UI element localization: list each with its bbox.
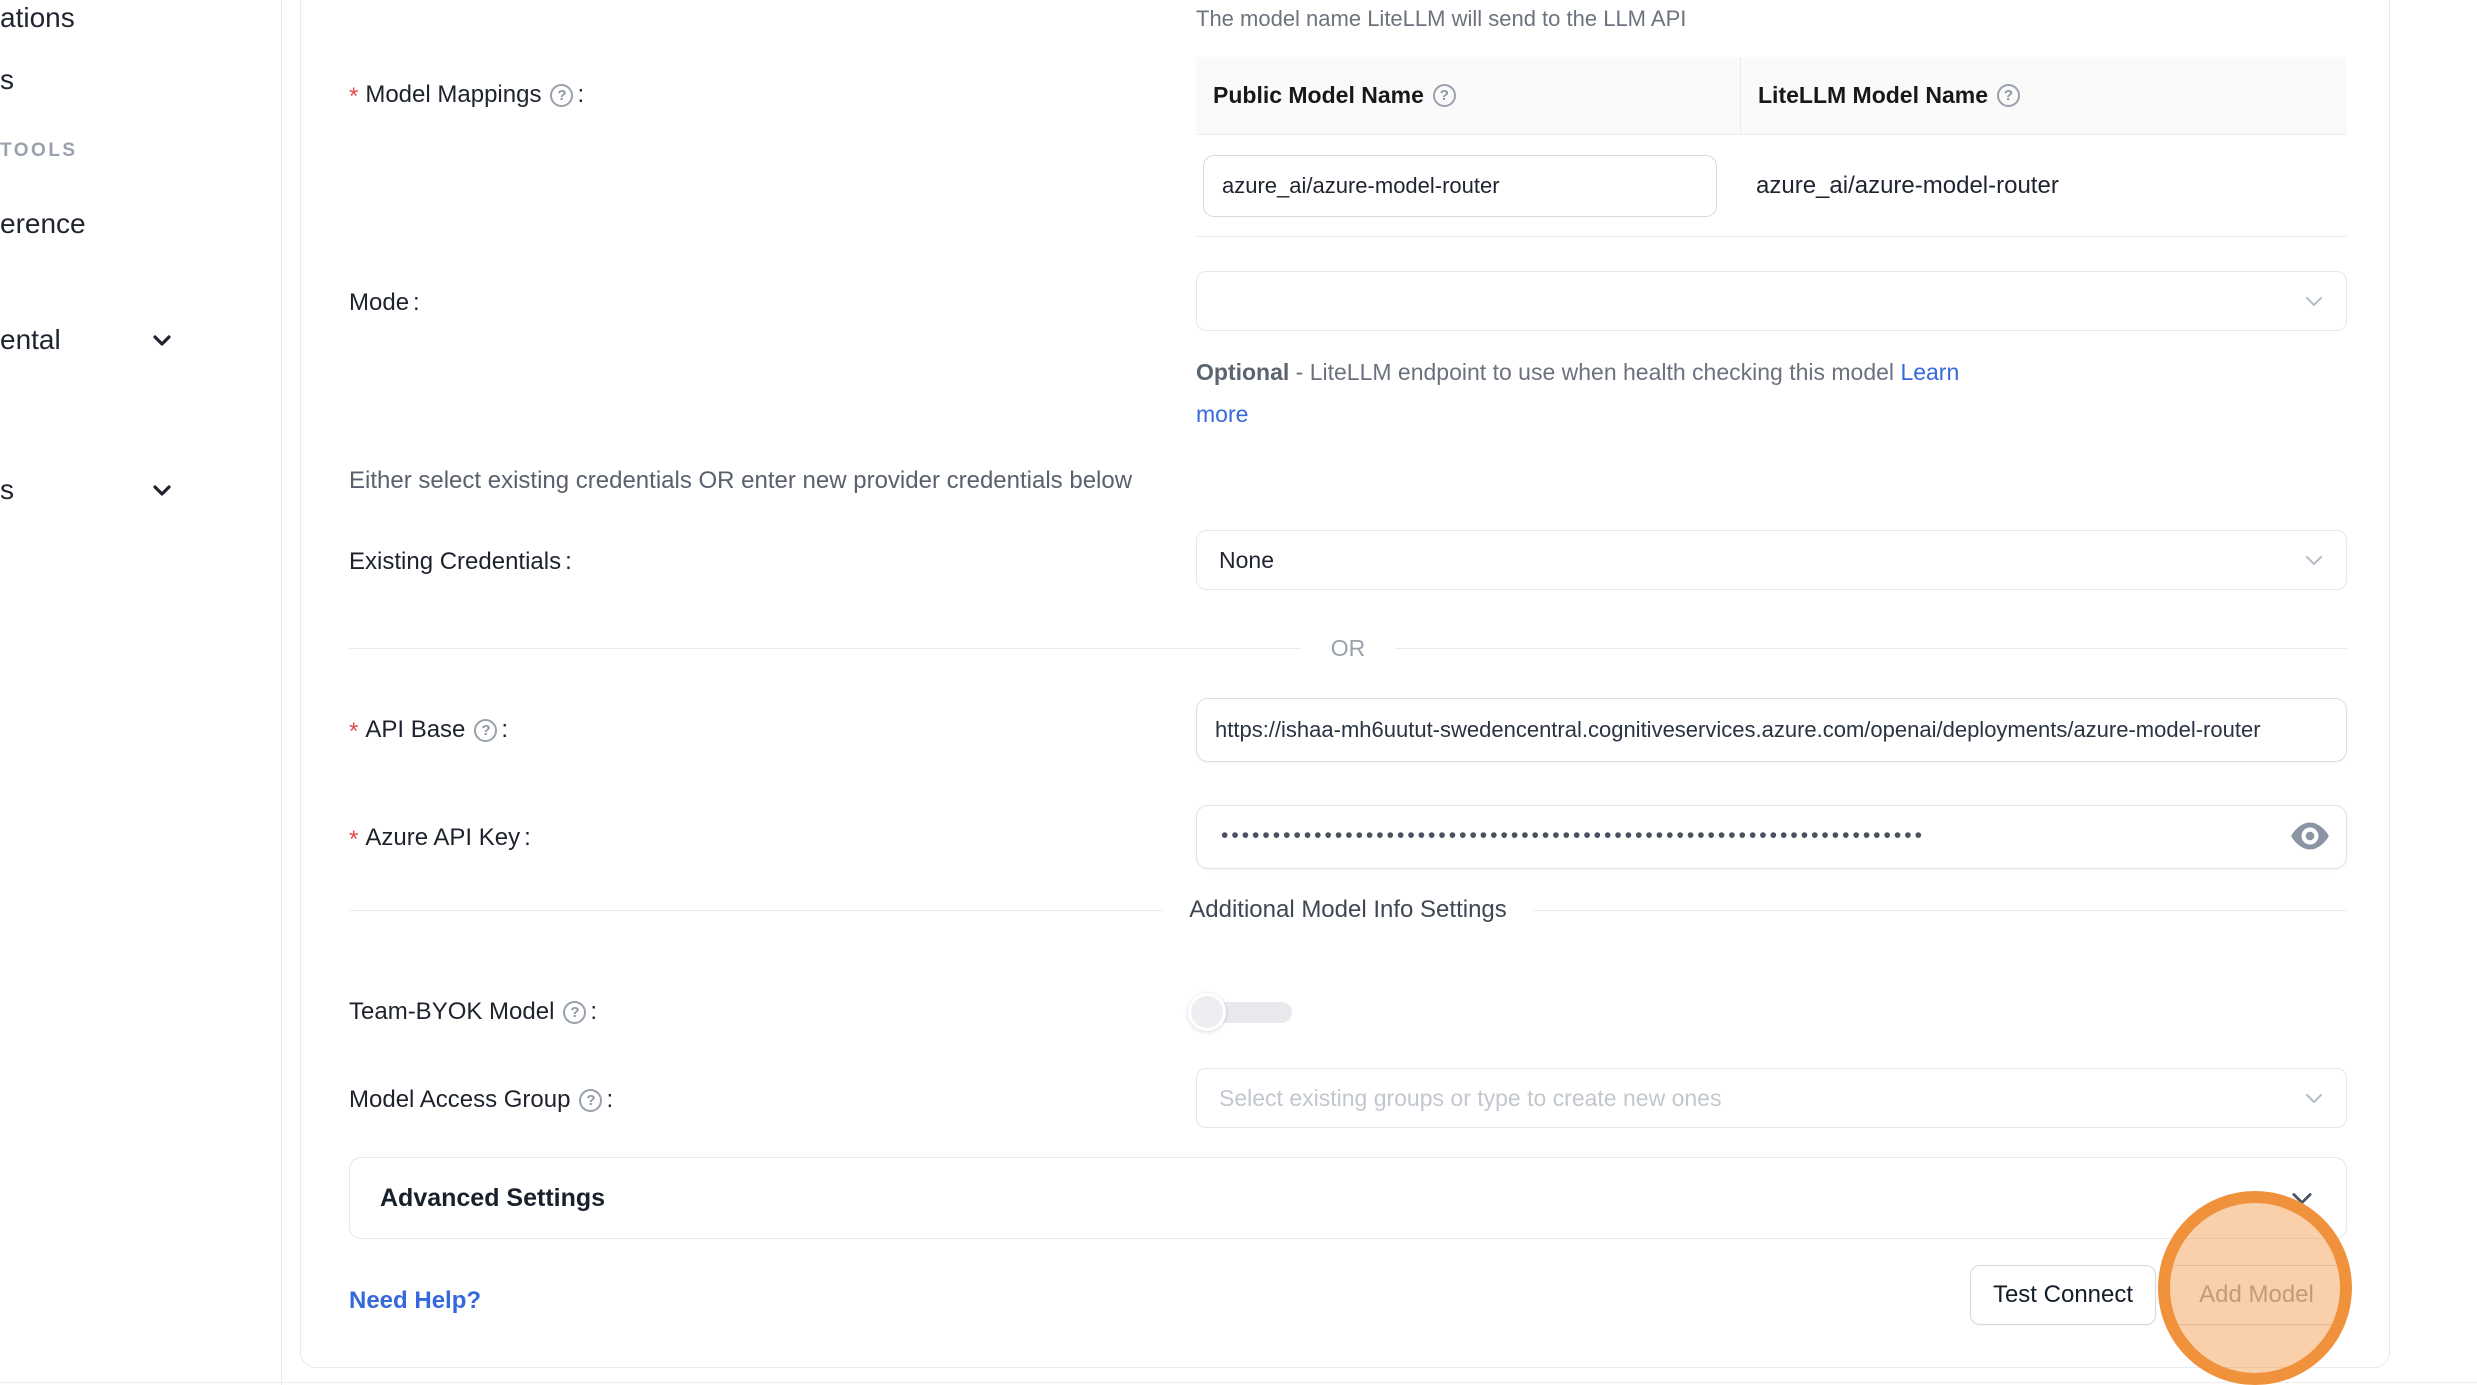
toggle-password-visibility-button[interactable] (2284, 815, 2336, 859)
chevron-down-icon (2288, 1184, 2316, 1212)
team-byok-toggle[interactable] (1188, 993, 1292, 1031)
additional-model-info-divider-text: Additional Model Info Settings (1163, 896, 1533, 924)
toggle-knob (1188, 993, 1226, 1031)
add-model-button[interactable]: Add Model (2168, 1265, 2345, 1325)
table-header-row: Public Model Name ? LiteLLM Model Name ? (1196, 57, 2347, 135)
chevron-down-icon (2302, 1086, 2326, 1110)
required-asterisk: * (349, 826, 358, 854)
team-byok-label: Team-BYOK Model ? : (349, 997, 597, 1027)
table-row: azure_ai/azure-model-router (1196, 135, 2347, 237)
azure-api-key-label: * Azure API Key : (349, 823, 531, 853)
api-base-input[interactable] (1196, 698, 2347, 762)
or-divider-text: OR (1301, 635, 1396, 662)
model-access-group-label: Model Access Group ? : (349, 1085, 613, 1115)
existing-credentials-value: None (1219, 547, 1274, 574)
mode-label: Mode : (349, 288, 420, 318)
advanced-settings-accordion[interactable]: Advanced Settings (349, 1157, 2347, 1239)
mode-helper-text: Optional - LiteLLM endpoint to use when … (1196, 351, 1959, 435)
chevron-down-icon (2302, 548, 2326, 572)
model-access-group-placeholder: Select existing groups or type to create… (1219, 1085, 1721, 1112)
existing-credentials-label: Existing Credentials : (349, 547, 572, 577)
eye-icon (2288, 818, 2332, 857)
add-model-form: The model name LiteLLM will send to the … (0, 0, 2477, 1385)
model-name-helper-text: The model name LiteLLM will send to the … (1196, 6, 1686, 32)
chevron-down-icon (2302, 289, 2326, 313)
credentials-note: Either select existing credentials OR en… (349, 467, 1132, 495)
model-mappings-label: * Model Mappings ? : (349, 80, 584, 110)
test-connect-button[interactable]: Test Connect (1970, 1265, 2156, 1325)
learn-more-link[interactable]: Learn (1900, 359, 1959, 385)
required-asterisk: * (349, 718, 358, 746)
or-divider: OR (349, 635, 2347, 662)
azure-api-key-input[interactable]: ••••••••••••••••••••••••••••••••••••••••… (1196, 805, 2347, 869)
info-icon[interactable]: ? (1433, 84, 1456, 107)
masked-api-key-value: ••••••••••••••••••••••••••••••••••••••••… (1221, 824, 1925, 848)
learn-more-link[interactable]: more (1196, 401, 1248, 427)
advanced-settings-title: Advanced Settings (380, 1184, 605, 1213)
model-access-group-select[interactable]: Select existing groups or type to create… (1196, 1068, 2347, 1128)
need-help-link[interactable]: Need Help? (349, 1287, 481, 1315)
public-model-name-input[interactable] (1203, 155, 1717, 217)
info-icon[interactable]: ? (563, 1001, 586, 1024)
info-icon[interactable]: ? (579, 1089, 602, 1112)
required-asterisk: * (349, 83, 358, 111)
existing-credentials-select[interactable]: None (1196, 530, 2347, 590)
info-icon[interactable]: ? (550, 84, 573, 107)
model-mappings-table: Public Model Name ? LiteLLM Model Name ?… (1196, 57, 2347, 237)
info-icon[interactable]: ? (1997, 84, 2020, 107)
litellm-model-name-value: azure_ai/azure-model-router (1740, 172, 2347, 200)
additional-model-info-divider: Additional Model Info Settings (349, 896, 2347, 924)
table-header-litellm-model-name: LiteLLM Model Name ? (1740, 57, 2347, 134)
info-icon[interactable]: ? (474, 719, 497, 742)
api-base-label: * API Base ? : (349, 715, 508, 745)
table-header-public-model-name: Public Model Name ? (1196, 57, 1740, 134)
mode-select[interactable] (1196, 271, 2347, 331)
